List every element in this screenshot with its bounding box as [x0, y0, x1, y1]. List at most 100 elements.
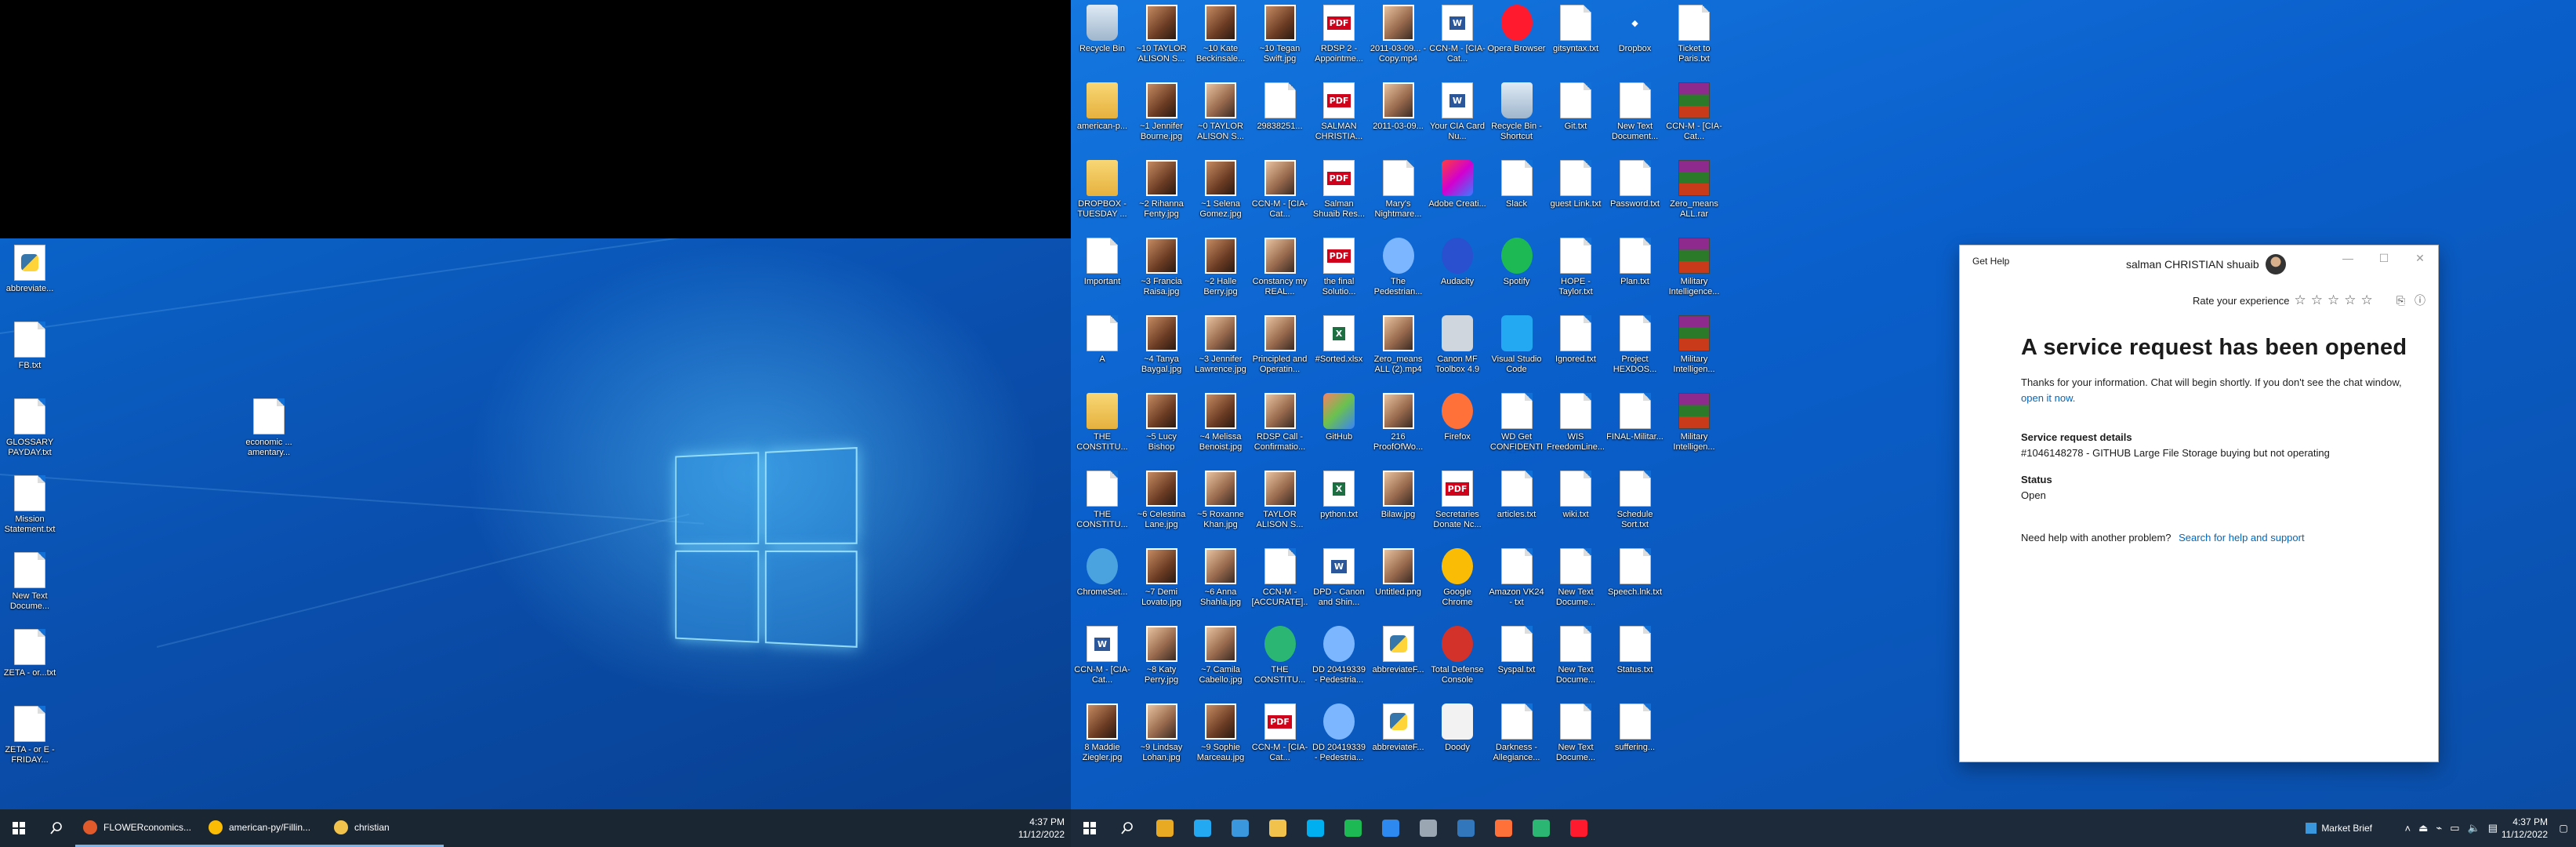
desktop-icon[interactable]: Spotify: [1489, 234, 1545, 311]
desktop-icon[interactable]: ~5 Roxanne Khan.jpg: [1192, 467, 1249, 544]
desktop-icon[interactable]: Amazon VK24 - txt: [1489, 545, 1545, 622]
taskbar-snip-button[interactable]: [1372, 809, 1410, 847]
desktop-icon[interactable]: Syspal.txt: [1489, 623, 1545, 700]
desktop-icon[interactable]: Mary's Nightmare...: [1370, 157, 1427, 234]
desktop-icon[interactable]: Darkness - Allegiance...: [1489, 700, 1545, 777]
desktop-icon[interactable]: X #Sorted.xlsx: [1311, 312, 1367, 389]
taskbar-desktop-app-button[interactable]: [1221, 809, 1259, 847]
desktop-icon[interactable]: abbreviateF...: [1370, 623, 1427, 700]
desktop-icon[interactable]: Xpython.txt: [1311, 467, 1367, 544]
desktop-icon[interactable]: GLOSSARY PAYDAY.txt: [2, 395, 58, 472]
usb-icon[interactable]: ⏏: [2418, 822, 2428, 834]
desktop-icon[interactable]: PDF Secretaries Donate Nc...: [1429, 467, 1486, 544]
desktop-icon[interactable]: New Text Docume...: [2, 549, 58, 626]
desktop-icon[interactable]: ZETA - or E - FRIDAY...: [2, 703, 58, 780]
taskbar-app-button[interactable]: american-py/Fillin...: [201, 809, 326, 847]
taskbar-calendar-button[interactable]: [1410, 809, 1447, 847]
desktop-icon[interactable]: TAYLOR ALISON S...: [1252, 467, 1308, 544]
desktop-icon[interactable]: Plan.txt: [1607, 234, 1664, 311]
desktop-icon[interactable]: DD 20419339 - Pedestria...: [1311, 700, 1367, 777]
desktop-icon[interactable]: PDF the final Solutio...: [1311, 234, 1367, 311]
system-tray[interactable]: ˄ ⏏ ⌁ ▭ 🔈 ▤: [2405, 809, 2498, 847]
desktop-icon[interactable]: Slack: [1489, 157, 1545, 234]
desktop-icon[interactable]: Principled and Operatin...: [1252, 312, 1308, 389]
open-chat-link[interactable]: open it now.: [2021, 392, 2075, 404]
desktop-icon[interactable]: W DPD - Canon and Shin...: [1311, 545, 1367, 622]
desktop-icon[interactable]: ~2 Halle Berry.jpg: [1192, 234, 1249, 311]
desktop-icon[interactable]: ~9 Sophie Marceau.jpg: [1192, 700, 1249, 777]
desktop-icon[interactable]: Zero_means ALL.rar: [1666, 157, 1722, 234]
desktop-icon[interactable]: Git.txt: [1547, 79, 1604, 156]
taskbar-opera-button[interactable]: [1560, 809, 1598, 847]
desktop-icon[interactable]: Total Defense Console: [1429, 623, 1486, 700]
user-account[interactable]: salman CHRISTIAN shuaib: [2126, 254, 2286, 274]
desktop-icon[interactable]: ~6 Anna Shahla.jpg: [1192, 545, 1249, 622]
desktop-icon[interactable]: ~0 TAYLOR ALISON S...: [1192, 79, 1249, 156]
desktop-icon[interactable]: gitsyntax.txt: [1547, 2, 1604, 78]
power-icon[interactable]: ▭: [2450, 822, 2459, 834]
desktop-icon[interactable]: ~10 Tegan Swift.jpg: [1252, 2, 1308, 78]
desktop-icon[interactable]: A: [1074, 312, 1130, 389]
desktop-icon[interactable]: ChromeSet...: [1074, 545, 1130, 622]
start-button-right[interactable]: [1071, 809, 1108, 847]
desktop-icon[interactable]: articles.txt: [1489, 467, 1545, 544]
desktop-icon[interactable]: american-p...: [1074, 79, 1130, 156]
desktop-icon[interactable]: 2011-03-09... - Copy.mp4: [1370, 2, 1427, 78]
left-clock[interactable]: 4:37 PM 11/12/2022: [1018, 816, 1065, 841]
desktop-icon[interactable]: ~10 TAYLOR ALISON S...: [1134, 2, 1190, 78]
desktop-icon[interactable]: Ignored.txt: [1547, 312, 1604, 389]
desktop-icon[interactable]: Doody: [1429, 700, 1486, 777]
desktop-icon[interactable]: suffering...: [1607, 700, 1664, 777]
taskbar-edge-legacy-button[interactable]: [1447, 809, 1485, 847]
desktop-icon[interactable]: New Text Docume...: [1547, 623, 1604, 700]
desktop-icon[interactable]: Audacity: [1429, 234, 1486, 311]
desktop-icon[interactable]: ~9 Lindsay Lohan.jpg: [1134, 700, 1190, 777]
desktop-icon[interactable]: Canon MF Toolbox 4.9: [1429, 312, 1486, 389]
desktop-icon[interactable]: Important: [1074, 234, 1130, 311]
desktop-icon[interactable]: Constancy my REAL...: [1252, 234, 1308, 311]
star-icon-3[interactable]: ☆: [2327, 293, 2339, 308]
start-button[interactable]: [0, 809, 38, 847]
desktop-icon[interactable]: abbreviateF...: [1370, 700, 1427, 777]
desktop-icon[interactable]: Military Intelligence...: [1666, 234, 1722, 311]
desktop-icon[interactable]: Recycle Bin - Shortcut: [1489, 79, 1545, 156]
desktop-icon[interactable]: Adobe Creati...: [1428, 157, 1486, 234]
taskbar-chrome-button[interactable]: [1146, 809, 1184, 847]
desktop-icon[interactable]: ~2 Rihanna Fenty.jpg: [1134, 157, 1190, 234]
desktop-icon[interactable]: Password.txt: [1607, 157, 1664, 234]
desktop-icon[interactable]: ~10 Kate Beckinsale...: [1192, 2, 1249, 78]
desktop-icon[interactable]: ~8 Katy Perry.jpg: [1134, 623, 1190, 700]
desktop-icon[interactable]: wiki.txt: [1547, 467, 1604, 544]
star-icon-5[interactable]: ☆: [2361, 293, 2373, 308]
desktop-icon[interactable]: ~1 Selena Gomez.jpg: [1192, 157, 1249, 234]
desktop-icon[interactable]: W CCN-M - [CIA-Cat...: [1074, 623, 1130, 700]
desktop-icon[interactable]: FINAL-Militar...: [1606, 390, 1664, 467]
desktop-icon[interactable]: W Your CIA Card Nu...: [1429, 79, 1486, 156]
desktop-icon[interactable]: ~4 Tanya Baygal.jpg: [1134, 312, 1190, 389]
get-help-titlebar[interactable]: Get Help salman CHRISTIAN shuaib — ☐ ✕: [1960, 245, 2438, 277]
market-brief-widget[interactable]: Market Brief: [2306, 809, 2372, 847]
desktop-icon[interactable]: Bilaw.jpg: [1370, 467, 1427, 544]
minimize-button[interactable]: —: [2330, 245, 2366, 271]
desktop-icon[interactable]: The Pedestrian...: [1370, 234, 1427, 311]
search-button[interactable]: [38, 809, 75, 847]
taskbar-app-button[interactable]: christian: [326, 809, 444, 847]
close-button[interactable]: ✕: [2402, 245, 2438, 271]
desktop-icon[interactable]: HOPE - Taylor.txt: [1547, 234, 1604, 311]
desktop-icon[interactable]: W CCN-M - [CIA-Cat...: [1429, 2, 1486, 78]
desktop-icon[interactable]: New Text Document...: [1607, 79, 1664, 156]
desktop-icon[interactable]: Mission Statement.txt: [2, 472, 58, 549]
desktop-icon[interactable]: 2011-03-09...: [1370, 79, 1427, 156]
taskbar-firefox-button[interactable]: [1485, 809, 1522, 847]
desktop-icon[interactable]: ~4 Melissa Benoist.jpg: [1192, 390, 1249, 467]
notification-button[interactable]: ▢: [2554, 809, 2573, 847]
network-icon[interactable]: ⌁: [2436, 822, 2442, 834]
desktop-icon[interactable]: Google Chrome: [1429, 545, 1486, 622]
desktop-icon[interactable]: THE CONSTITU...: [1074, 390, 1130, 467]
desktop-icon[interactable]: Opera Browser: [1488, 2, 1545, 78]
desktop-icon[interactable]: New Text Docume...: [1547, 545, 1604, 622]
desktop-icon[interactable]: ~7 Camila Cabello.jpg: [1192, 623, 1249, 700]
language-icon[interactable]: ▤: [2488, 822, 2498, 834]
maximize-button[interactable]: ☐: [2366, 245, 2402, 271]
desktop-icon[interactable]: WIS FreedomLine...: [1547, 390, 1605, 467]
